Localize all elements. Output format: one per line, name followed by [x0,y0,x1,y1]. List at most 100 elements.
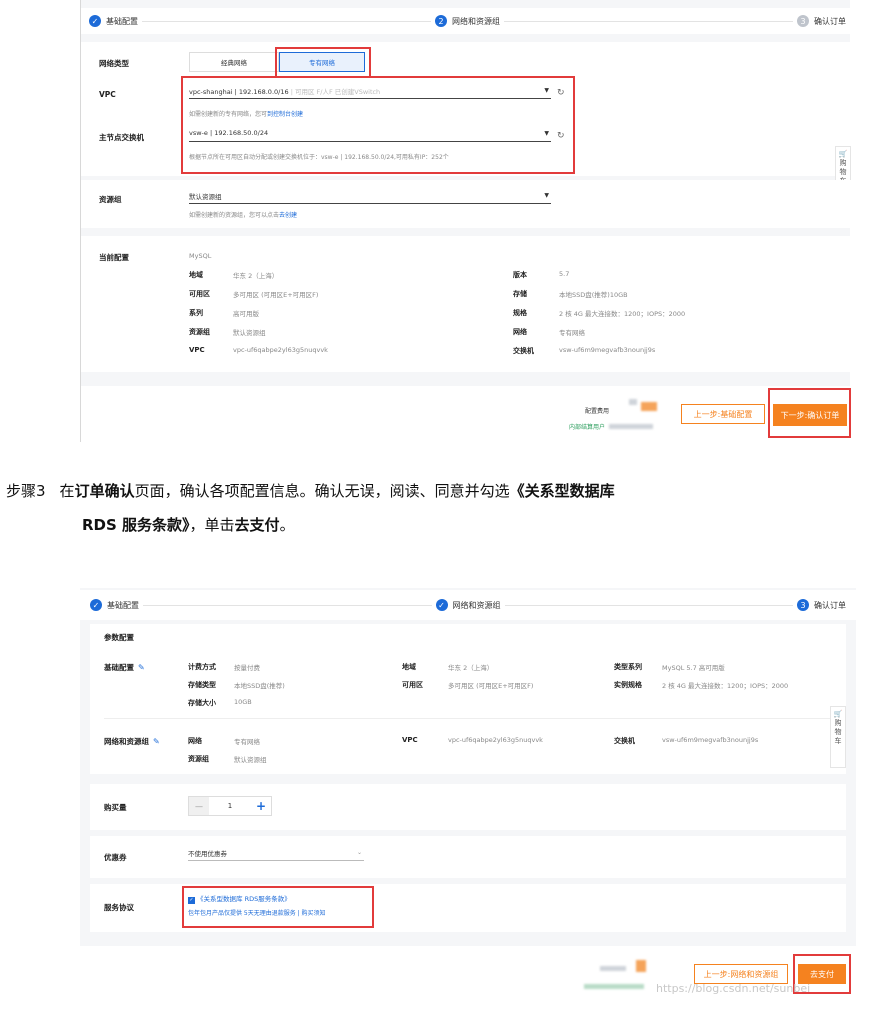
cart-text: 物 [834,728,842,736]
basic-config-label: 基础配置 ✎ [104,662,145,673]
resource-group-label: 资源组 [99,195,122,204]
coupon-label: 优惠券 [104,853,127,862]
watermark: https://blog.csdn.net/sunbei [656,982,811,995]
top-footer: 配置费用 内部结算用户 上一步:基础配置 下一步:确认订单 [81,386,851,442]
quantity-card: 购买量 — 1 + [90,784,846,830]
step-network[interactable]: 2 网络和资源组 [431,15,504,27]
prev-network-button[interactable]: 上一步:网络和资源组 [694,964,788,984]
basic-key: 存储类型 [188,681,216,689]
fee-label: 配置费用 [585,408,610,415]
region-key: 地域 [402,663,416,671]
vpc-value: vpc-uf6qabpe2yl63g5nuqvvk [448,736,543,744]
net-key: 资源组 [188,755,209,763]
fee-sub: 内部结算用户 [569,424,606,431]
vpc-key: VPC [402,736,418,744]
step-basic[interactable]: ✓ 基础配置 [85,15,142,27]
type-key: 实例规格 [614,681,642,689]
left-value: 多可用区 (可用区E+可用区F) [233,291,319,299]
current-config-card: 当前配置 MySQL 地域 华东 2（上海） 可用区 多可用区 (可用区E+可用… [81,236,851,372]
resource-group-hint-text: 如需创建新的资源组，您可以点击 [189,212,280,219]
switch-label: 主节点交换机 [99,133,144,142]
blurred-price [600,966,626,971]
step-confirm[interactable]: 3 确认订单 [793,599,850,611]
left-value: 华东 2（上海） [233,272,279,280]
tab-classic-network[interactable]: 经典网络 [189,52,279,72]
basic-value: 按量付费 [234,664,260,672]
right-key: 规格 [513,309,527,317]
coupon-select[interactable]: 不使用优惠券 ⌄ [188,848,364,861]
step-confirm[interactable]: 3 确认订单 [793,15,850,27]
left-value: 高可用版 [233,310,259,318]
type-key: 类型系列 [614,663,642,671]
net-value: 专有网络 [234,738,260,746]
left-key: 资源组 [189,328,210,336]
right-value: 2 核 4G 最大连接数：1200；IOPS：2000 [559,310,686,318]
left-key: 系列 [189,309,203,317]
right-key: 版本 [513,271,527,279]
left-key: 地域 [189,271,203,279]
agreement-card: 服务协议 ✓ 《关系型数据库 RDS服务条款》 包年包月产品仅提供 5天无理由退款… [90,884,846,932]
plus-button[interactable]: + [251,797,271,815]
right-key: 网络 [513,328,527,336]
network-resource-label: 网络和资源组 ✎ [104,736,160,747]
highlight-box [182,886,374,928]
bold-text: 订单确认 [74,482,135,500]
engine-value: MySQL [189,252,212,260]
blurred-price [636,960,646,972]
bold-text: RDS 服务条款》 [82,516,190,534]
highlight-box [275,47,371,78]
resource-group-select[interactable]: 默认资源组 ▼ [189,191,551,204]
right-value: vsw-uf6m9megvafb3nounjj9s [559,346,656,354]
step-divider [504,604,793,606]
cart-text: 物 [839,168,847,176]
right-value: 5.7 [559,270,570,278]
network-resource-text: 网络和资源组 [104,737,149,746]
step-basic[interactable]: ✓ 基础配置 [86,599,143,611]
left-key: VPC [189,346,205,354]
check-icon: ✓ [90,599,102,611]
minus-button[interactable]: — [189,797,209,815]
step-network[interactable]: ✓ 网络和资源组 [431,599,505,611]
right-value: 本地SSD盘(推荐)10GB [559,291,628,299]
vpc-label: VPC [99,90,116,99]
agreement-label: 服务协议 [104,903,134,912]
step-label: 网络和资源组 [452,600,501,610]
blurred-price [641,402,657,411]
blurred-price [629,399,637,405]
text: 在 [59,482,75,500]
quantity-value[interactable]: 1 [209,797,251,815]
left-value: vpc-uf6qabpe2yl63g5nuqvvk [233,346,328,354]
right-value: 专有网络 [559,329,585,337]
step-number: 步骤3 [6,482,46,500]
edit-icon[interactable]: ✎ [138,663,145,672]
switch-value: vsw-uf6m9megvafb3nounjj9s [662,736,759,744]
network-card: 网络类型 经典网络 专有网络 VPC vpc-shanghai | 192.16… [81,42,851,176]
edit-icon[interactable]: ✎ [153,737,160,746]
basic-value: 10GB [234,698,252,706]
bottom-step-bar: ✓ 基础配置 ✓ 网络和资源组 3 确认订单 [80,590,856,620]
step-number-icon: 2 [435,15,447,27]
chevron-down-icon: ⌄ [356,849,362,856]
net-value: 默认资源组 [234,756,267,764]
step-divider [142,20,431,22]
bottom-footer: 上一步:网络和资源组 去支付 https://blog.csdn.net/sun… [80,946,856,1004]
blurred-price [609,424,653,429]
step3-instruction: 步骤3 在订单确认页面，确认各项配置信息。确认无误，阅读、同意并勾选《关系型数据库… [6,474,874,542]
switch-key: 交换机 [614,737,635,745]
step-divider [504,20,793,22]
type-value: MySQL 5.7 高可用版 [662,664,725,672]
net-key: 网络 [188,737,202,745]
quantity-label: 购买量 [104,803,127,812]
bottom-screenshot: ✓ 基础配置 ✓ 网络和资源组 3 确认订单 参数配置 基础配置 ✎ 计费方式 按量付费… [80,588,856,1004]
bold-text: 去支付 [234,516,280,534]
basic-config-text: 基础配置 [104,663,134,672]
basic-key: 存储大小 [188,699,216,707]
highlight-box [768,388,851,438]
cart-icon: 🛒 [838,150,848,158]
prev-basic-config-button[interactable]: 上一步:基础配置 [681,404,765,424]
quantity-stepper[interactable]: — 1 + [188,796,272,816]
shopping-cart[interactable]: 🛒 购 物 车 [830,706,846,768]
left-value: 默认资源组 [233,329,266,337]
resource-group-create-link[interactable]: 去创建 [279,212,297,219]
params-card: 参数配置 基础配置 ✎ 计费方式 按量付费 存储类型 本地SSD盘(推荐) 存储大… [90,624,846,774]
